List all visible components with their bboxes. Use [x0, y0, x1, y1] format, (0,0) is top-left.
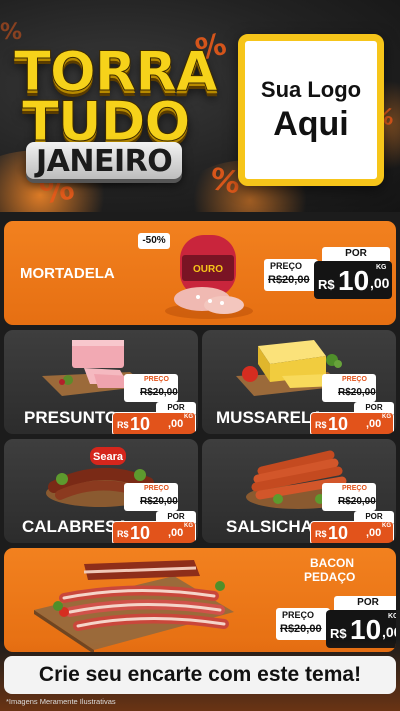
- product-card-mortadela[interactable]: MORTADELA OURO PREÇO R$20,00 POR R$ 10 ,…: [4, 221, 396, 325]
- logo-line-1: Sua Logo: [260, 76, 362, 102]
- product-card-calabresa[interactable]: Seara CALABRESA PREÇO R$20,00 POR R$ 10 …: [4, 439, 198, 543]
- currency: R$: [117, 420, 129, 430]
- por-label: POR: [334, 596, 396, 610]
- product-card-presunto[interactable]: PRESUNTO PREÇO R$20,00 POR R$ 10 ,00 KG: [4, 330, 198, 434]
- mortadela-image: OURO: [165, 235, 253, 319]
- price-decimal: ,00: [366, 527, 382, 539]
- currency: R$: [315, 420, 327, 430]
- bacon-image: [34, 560, 234, 652]
- unit-label: KG: [184, 523, 193, 529]
- currency: R$: [117, 529, 129, 539]
- old-price-value: R$20,00: [268, 274, 310, 286]
- old-price-label: PREÇO: [342, 376, 367, 383]
- unit-label: KG: [382, 523, 391, 529]
- product-name: PRESUNTO: [24, 408, 119, 427]
- old-price-label: PREÇO: [144, 376, 169, 383]
- price-block: PREÇO R$20,00 POR R$ 10 ,00 KG: [264, 247, 392, 299]
- product-name: MUSSARELA: [216, 408, 324, 427]
- por-label: POR: [322, 247, 390, 261]
- logo-placeholder[interactable]: Sua Logo Aqui: [238, 34, 384, 186]
- unit-label: KG: [376, 264, 387, 271]
- old-price-label: PREÇO: [282, 610, 315, 620]
- price-block: PREÇO R$20,00 POR R$ 10 ,00 KG: [112, 483, 196, 543]
- old-price-value: R$20,00: [280, 623, 322, 635]
- price-block: PREÇO R$20,00 POR R$ 10 ,00 KG: [310, 483, 394, 543]
- price-decimal: ,00: [168, 527, 184, 539]
- old-price-value: R$20,00: [140, 387, 178, 398]
- price-block: PREÇO R$20,00 POR R$ 10 ,00 KG: [310, 374, 394, 434]
- header-banner: % % % % % TORRA TUDO JANEIRO Sua Logo Aq…: [0, 0, 400, 212]
- product-name: MORTADELA: [20, 265, 115, 282]
- old-price-label: PREÇO: [270, 261, 303, 271]
- logo-line-2: Aqui: [273, 104, 349, 143]
- currency: R$: [318, 277, 335, 292]
- product-card-mussarela[interactable]: MUSSARELA PREÇO R$20,00 POR R$ 10 ,00 KG: [202, 330, 396, 434]
- product-card-bacon[interactable]: BACON PEDAÇO PREÇO R$20,00 POR R$ 10 ,00…: [4, 548, 396, 652]
- old-price-label: PREÇO: [144, 485, 169, 492]
- old-price-value: R$20,00: [338, 387, 376, 398]
- product-card-salsicha[interactable]: SALSICHA PREÇO R$20,00 POR R$ 10 ,00 KG: [202, 439, 396, 543]
- price-block: PREÇO R$20,00 POR R$ 10 ,00 KG: [112, 374, 196, 434]
- price-decimal: ,00: [382, 624, 396, 640]
- brand-label: OURO: [193, 264, 223, 275]
- price-decimal: ,00: [366, 418, 382, 430]
- cta-banner[interactable]: Crie seu encarte com este tema!: [4, 656, 396, 694]
- currency: R$: [315, 529, 327, 539]
- old-price-value: R$20,00: [140, 496, 178, 507]
- price-integer: 10: [130, 523, 151, 543]
- old-price-value: R$20,00: [338, 496, 376, 507]
- product-name-line-1: BACON: [310, 556, 354, 570]
- old-price-label: PREÇO: [342, 485, 367, 492]
- price-integer: 10: [338, 265, 370, 296]
- price-integer: 10: [130, 414, 151, 434]
- price-integer: 10: [328, 523, 349, 543]
- discount-tag: -50%: [138, 233, 170, 249]
- product-name: SALSICHA: [226, 517, 313, 536]
- price-decimal: ,00: [370, 275, 390, 291]
- disclaimer-note: *Imagens Meramente Ilustrativas: [6, 697, 116, 706]
- product-name-line-2: PEDAÇO: [304, 570, 356, 584]
- price-integer: 10: [328, 414, 349, 434]
- unit-label: KG: [388, 613, 396, 620]
- currency: R$: [330, 626, 347, 641]
- price-decimal: ,00: [168, 418, 184, 430]
- brand-label: Seara: [93, 451, 124, 463]
- title-line-3: JANEIRO: [26, 142, 183, 179]
- unit-label: KG: [382, 414, 391, 420]
- campaign-title: TORRA TUDO JANEIRO: [8, 32, 218, 202]
- unit-label: KG: [184, 414, 193, 420]
